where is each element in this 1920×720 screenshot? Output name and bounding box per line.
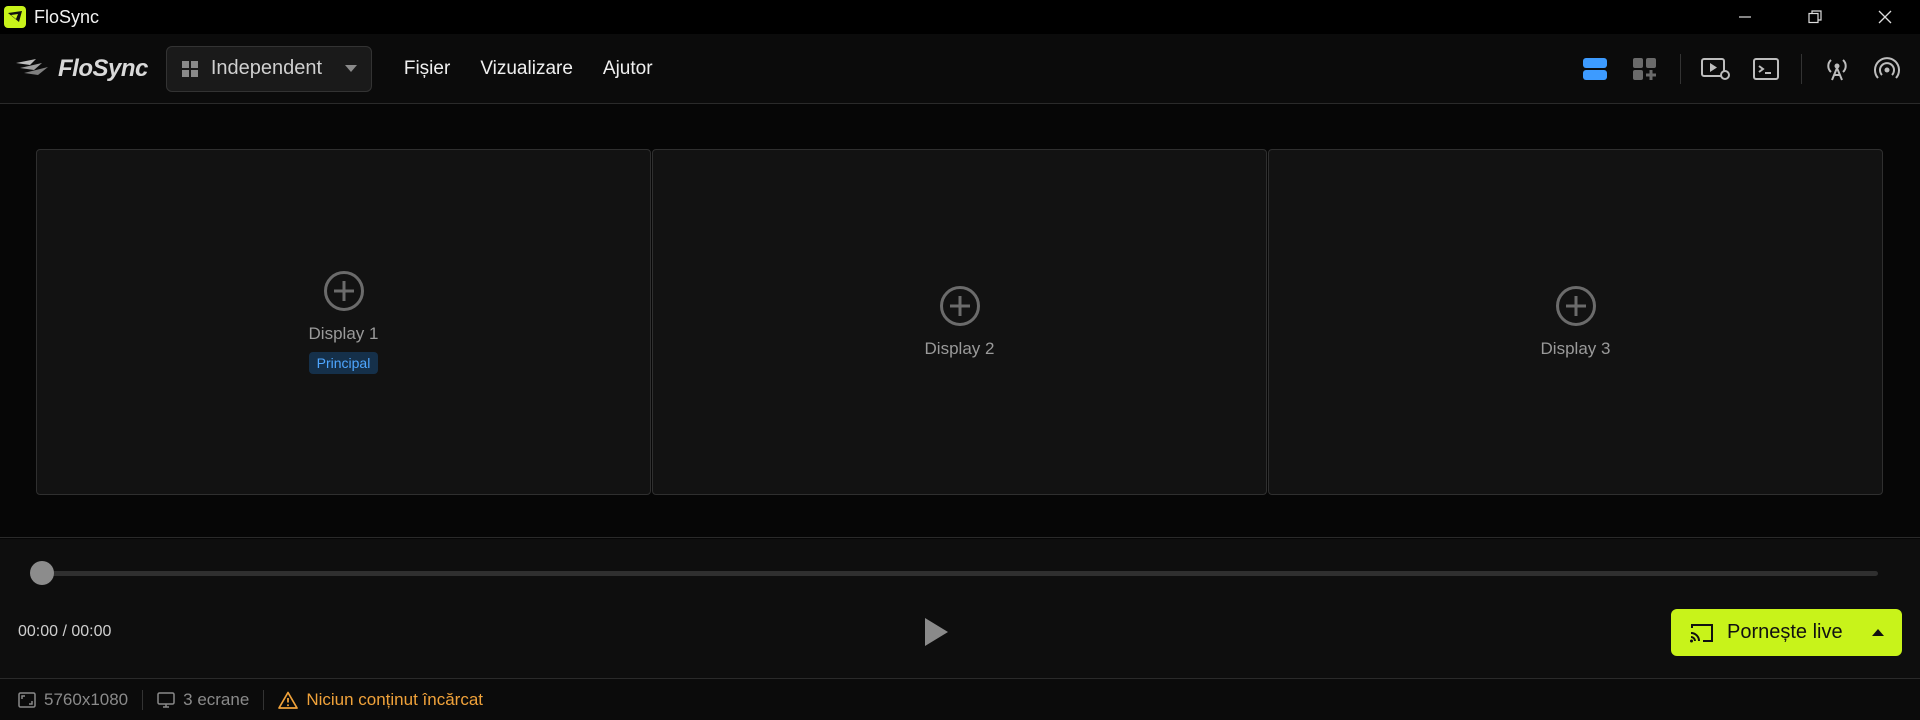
resolution-value: 5760x1080 (44, 689, 129, 709)
brand-logo: FloSync (14, 55, 148, 83)
restore-button[interactable] (1780, 0, 1850, 34)
window-title: FloSync (34, 6, 100, 27)
antenna-icon (1827, 59, 1847, 81)
menu-bar: FloSync Independent Fișier Vizualizare A… (0, 34, 1920, 104)
add-content-icon (323, 271, 364, 311)
play-button[interactable] (920, 615, 952, 649)
timeline-handle[interactable] (30, 561, 54, 585)
minimize-button[interactable] (1710, 0, 1780, 34)
timeline-track[interactable] (42, 571, 1878, 576)
status-bar: 5760x1080 3 ecrane Niciun conținut încăr… (0, 678, 1920, 720)
primary-badge: Principal (308, 352, 379, 374)
restore-icon (1808, 10, 1822, 24)
add-content-icon (1555, 286, 1596, 326)
time-readout: 00:00 / 00:00 (18, 623, 112, 640)
toolbar-separator (1680, 54, 1681, 84)
start-live-label: Pornește live (1727, 621, 1843, 643)
monitor-icon (157, 691, 175, 708)
menu-file[interactable]: Fișier (404, 58, 450, 80)
app-logo-icon (4, 6, 26, 28)
toolbar-separator (1801, 54, 1802, 84)
brand-name: FloSync (58, 54, 148, 82)
start-live-button[interactable]: Pornește live (1671, 609, 1902, 656)
menu-view[interactable]: Vizualizare (480, 58, 573, 80)
main-menu: Fișier Vizualizare Ajutor (404, 58, 653, 80)
close-button[interactable] (1850, 0, 1920, 34)
minimize-icon (1739, 16, 1751, 18)
layout-grid-add-icon (1633, 58, 1656, 80)
status-separator (263, 689, 265, 710)
layout-grid-add-button[interactable] (1620, 49, 1670, 89)
broadcast-button[interactable] (1812, 49, 1862, 89)
mode-select[interactable]: Independent (165, 45, 372, 92)
screens-status: 3 ecrane (157, 690, 249, 710)
signal-icon (1874, 57, 1900, 79)
status-separator (142, 689, 144, 710)
toolbar-right (1570, 34, 1920, 104)
terminal-icon (1753, 58, 1779, 80)
aspect-ratio-icon (18, 691, 36, 708)
signal-button[interactable] (1862, 49, 1912, 89)
video-settings-button[interactable] (1691, 49, 1741, 89)
screens-count: 3 ecrane (183, 689, 250, 709)
display-slot-2[interactable]: Display 2 (652, 149, 1267, 495)
content-warning: Niciun conținut încărcat (278, 690, 483, 710)
display-stage: Display 1 Principal Display 2 Display 3 (0, 105, 1920, 538)
warning-text: Niciun conținut încărcat (306, 689, 484, 709)
mode-select-value: Independent (210, 57, 323, 79)
window-controls (1710, 0, 1920, 34)
playback-bar: 00:00 / 00:00 Pornește live (0, 539, 1920, 678)
chevron-down-icon (344, 64, 357, 72)
play-icon (925, 618, 948, 646)
display-slot-1[interactable]: Display 1 Principal (36, 149, 651, 495)
video-settings-icon (1701, 58, 1730, 80)
layout-rows-icon (1583, 58, 1607, 80)
display-name: Display 1 (308, 324, 379, 343)
display-name: Display 3 (1540, 339, 1611, 358)
display-name: Display 2 (924, 339, 995, 358)
layout-rows-button[interactable] (1570, 49, 1620, 89)
brand-wing-icon (16, 58, 48, 75)
display-slot-3[interactable]: Display 3 (1268, 149, 1883, 495)
terminal-button[interactable] (1741, 49, 1791, 89)
cast-icon (1690, 623, 1713, 642)
grid-icon (181, 60, 198, 77)
close-icon (1878, 10, 1892, 24)
add-content-icon (939, 286, 980, 326)
warning-icon (278, 691, 299, 709)
resolution-status: 5760x1080 (18, 690, 128, 710)
chevron-up-icon (1872, 628, 1884, 636)
menu-help[interactable]: Ajutor (603, 58, 653, 80)
title-bar: FloSync (0, 0, 1920, 34)
